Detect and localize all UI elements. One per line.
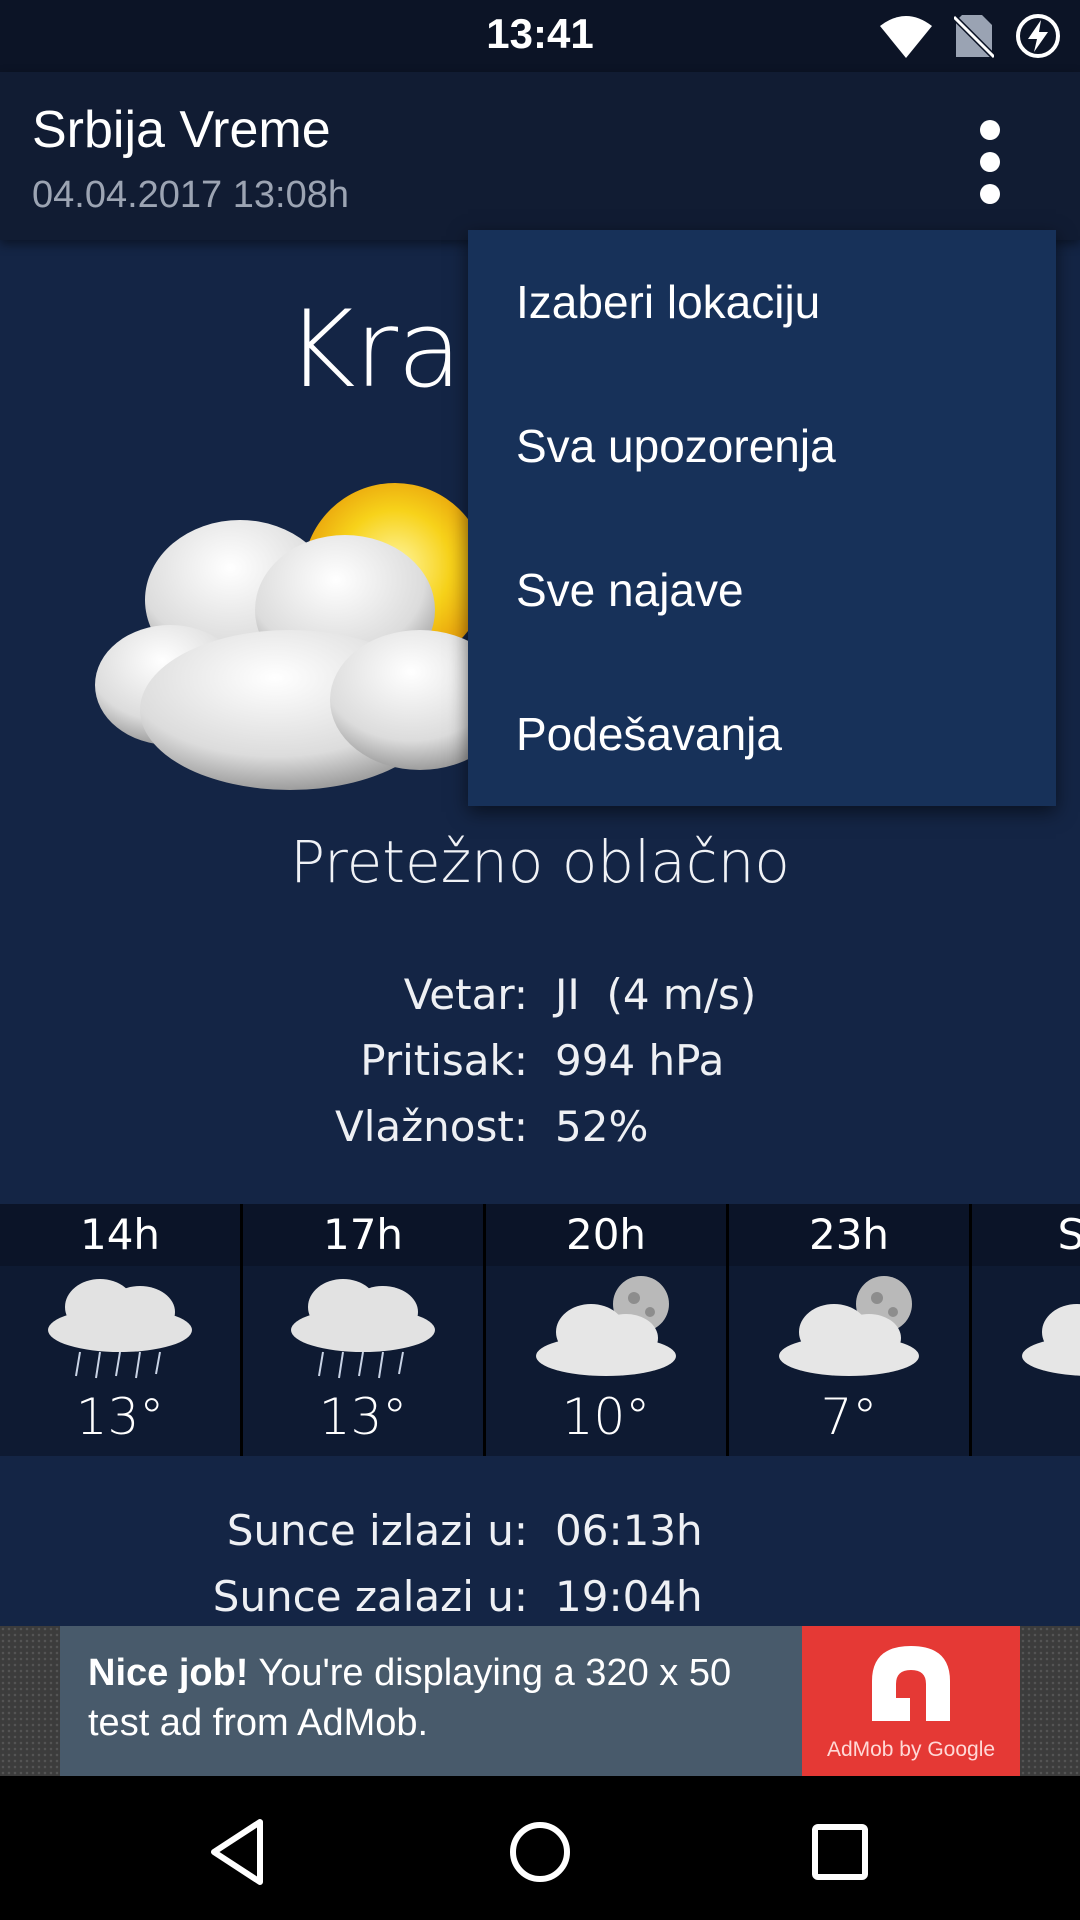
app-title: Srbija Vreme [32, 101, 331, 159]
menu-item-settings[interactable]: Podešavanja [468, 662, 1056, 806]
partly-cloudy-night-icon [536, 1276, 676, 1376]
hour-item[interactable]: 23h 7° [729, 1204, 969, 1456]
hour-temp: 10° [561, 1388, 651, 1446]
hour-time: 23h [729, 1204, 969, 1266]
hour-item[interactable]: Sre 5 [972, 1204, 1080, 1456]
wind-label: Vetar: [403, 970, 528, 1019]
ad-bold-text: Nice job! [88, 1652, 249, 1694]
hour-item[interactable]: 17h 13° [243, 1204, 483, 1456]
status-bar: 13:41 [0, 0, 1080, 72]
sunrise-row: Sunce izlazi u: 06:13h [0, 1506, 1080, 1566]
app-subtitle: 04.04.2017 13:08h [32, 174, 349, 216]
sunrise-label: Sunce izlazi u: [226, 1506, 528, 1555]
ad-area: Nice job! You're displaying a 320 x 50 t… [0, 1626, 1080, 1776]
sunrise-value: 06:13h [555, 1506, 703, 1555]
hour-time: 17h [243, 1204, 483, 1266]
sunset-label: Sunce zalazi u: [212, 1572, 528, 1621]
partly-cloudy-night-icon [779, 1276, 919, 1376]
hour-item[interactable]: 14h 13° [0, 1204, 240, 1456]
wifi-icon [880, 16, 932, 58]
ad-banner[interactable]: Nice job! You're displaying a 320 x 50 t… [60, 1626, 1020, 1776]
admob-icon [872, 1646, 950, 1721]
home-icon[interactable] [500, 1812, 580, 1892]
sunset-value: 19:04h [555, 1572, 703, 1621]
sunset-row: Sunce zalazi u: 19:04h [0, 1572, 1080, 1632]
pressure-row: Pritisak: 994 hPa [0, 1036, 1080, 1096]
battery-charging-icon [1016, 14, 1060, 58]
menu-item-choose-location[interactable]: Izaberi lokaciju [468, 230, 1056, 374]
pressure-label: Pritisak: [360, 1036, 528, 1085]
pressure-value: 994 hPa [555, 1036, 725, 1085]
hour-time: 20h [486, 1204, 726, 1266]
back-icon[interactable] [200, 1812, 280, 1892]
recents-icon[interactable] [800, 1812, 880, 1892]
hour-item[interactable]: 20h 10° [486, 1204, 726, 1456]
admob-logo: AdMob by Google [802, 1626, 1020, 1776]
wind-value: JI (4 m/s) [555, 970, 757, 1019]
menu-item-all-forecasts[interactable]: Sve najave [468, 518, 1056, 662]
app-bar: Srbija Vreme 04.04.2017 13:08h [0, 72, 1080, 240]
cloud-icon [1022, 1304, 1080, 1376]
navigation-bar [0, 1776, 1080, 1920]
more-vert-icon[interactable] [960, 114, 1020, 224]
ad-text: Nice job! You're displaying a 320 x 50 t… [88, 1648, 788, 1748]
rain-cloud-icon [48, 1279, 192, 1379]
hour-temp: 5 [972, 1388, 1080, 1446]
status-icons [878, 12, 1062, 60]
hour-time: Sre [972, 1204, 1080, 1266]
humidity-label: Vlažnost: [335, 1102, 528, 1151]
hour-time: 14h [0, 1204, 240, 1266]
wind-row: Vetar: JI (4 m/s) [0, 970, 1080, 1030]
hour-temp: 13° [318, 1388, 408, 1446]
ad-logo-text: AdMob by Google [826, 1738, 996, 1761]
overflow-menu: Izaberi lokaciju Sva upozorenja Sve naja… [468, 230, 1056, 806]
humidity-row: Vlažnost: 52% [0, 1102, 1080, 1162]
humidity-value: 52% [555, 1102, 649, 1151]
hour-temp: 13° [75, 1388, 165, 1446]
rain-cloud-icon [291, 1279, 435, 1379]
menu-item-all-warnings[interactable]: Sva upozorenja [468, 374, 1056, 518]
weather-condition: Pretežno oblačno [290, 828, 790, 896]
hourly-forecast[interactable]: 14h 13° 17h 13° 20h 10° 23h 7° S [0, 1204, 1080, 1456]
hour-temp: 7° [820, 1388, 878, 1446]
no-sim-icon [954, 14, 994, 59]
